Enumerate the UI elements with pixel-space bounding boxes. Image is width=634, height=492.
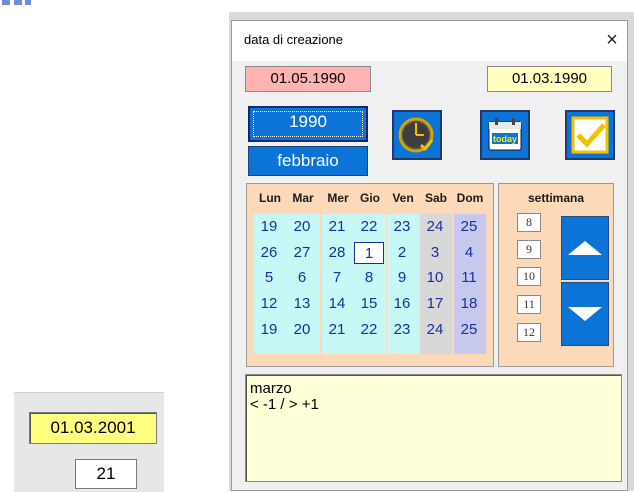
- calendar-day[interactable]: 23: [387, 319, 417, 341]
- calendar-day[interactable]: 3: [420, 242, 450, 264]
- week-number[interactable]: 12: [517, 323, 541, 342]
- calendar-day[interactable]: 2: [387, 242, 417, 264]
- day-of-week-header: Sab: [424, 191, 447, 205]
- hint-box: [245, 374, 622, 482]
- background-number-field[interactable]: 21: [75, 459, 137, 489]
- arrow-up-icon: [568, 241, 602, 255]
- dialog-title: data di creazione: [244, 32, 344, 47]
- calendar-day[interactable]: 7: [322, 267, 352, 289]
- week-number[interactable]: 11: [517, 295, 541, 314]
- calendar-day[interactable]: 12: [254, 293, 284, 315]
- calendar-day[interactable]: 18: [454, 293, 484, 315]
- today-button[interactable]: today: [480, 110, 530, 160]
- day-of-week-header: Dom: [456, 191, 484, 205]
- corner-fragment: [0, 0, 40, 8]
- arrow-down-icon: [568, 307, 602, 321]
- week-down-button[interactable]: [561, 282, 609, 346]
- week-number[interactable]: 9: [517, 240, 541, 259]
- calendar-day[interactable]: 23: [387, 216, 417, 238]
- calendar-day[interactable]: 24: [420, 216, 450, 238]
- calendar-day[interactable]: 24: [420, 319, 450, 341]
- calendar-day[interactable]: 17: [420, 293, 450, 315]
- today-calendar-icon: today: [488, 118, 522, 151]
- week-number[interactable]: 10: [517, 267, 541, 286]
- day-of-week-header: Mer: [327, 191, 349, 205]
- hint-shortcut: < -1 / > +1: [250, 396, 319, 413]
- year-button[interactable]: 1990: [248, 106, 368, 142]
- clock-icon: [398, 117, 434, 153]
- checkmark-icon: [571, 116, 609, 154]
- calendar-day[interactable]: 4: [454, 242, 484, 264]
- calendar-day[interactable]: 27: [287, 242, 317, 264]
- calendar-day[interactable]: 6: [287, 267, 317, 289]
- hint-month: marzo: [250, 380, 292, 397]
- calendar-day[interactable]: 20: [287, 319, 317, 341]
- calendar-day[interactable]: 21: [322, 216, 352, 238]
- day-of-week-header: Gio: [360, 191, 380, 205]
- day-of-week-header: Ven: [392, 191, 414, 205]
- calendar-day[interactable]: 11: [454, 267, 484, 289]
- calendar-day[interactable]: 16: [387, 293, 417, 315]
- calendar-day[interactable]: 19: [254, 216, 284, 238]
- calendar-day[interactable]: 22: [354, 216, 384, 238]
- calendar-day[interactable]: 28: [322, 242, 352, 264]
- calendar-day[interactable]: 1: [354, 242, 384, 264]
- current-date-field[interactable]: 01.03.1990: [487, 66, 612, 92]
- calendar-day[interactable]: 15: [354, 293, 384, 315]
- calendar-day[interactable]: 22: [354, 319, 384, 341]
- calendar-day[interactable]: 20: [287, 216, 317, 238]
- calendar-day[interactable]: 14: [322, 293, 352, 315]
- calendar-day[interactable]: 19: [254, 319, 284, 341]
- start-date-field[interactable]: 01.05.1990: [245, 66, 371, 92]
- calendar-day[interactable]: 9: [387, 267, 417, 289]
- calendar-day[interactable]: 26: [254, 242, 284, 264]
- background-date-field[interactable]: 01.03.2001: [29, 412, 157, 444]
- calendar-day[interactable]: 25: [454, 216, 484, 238]
- today-icon-text: today: [493, 134, 517, 144]
- week-up-button[interactable]: [561, 216, 609, 280]
- month-button[interactable]: febbraio: [248, 146, 368, 176]
- calendar-day[interactable]: 13: [287, 293, 317, 315]
- close-button[interactable]: ×: [598, 26, 626, 54]
- day-of-week-header: Mar: [292, 191, 314, 205]
- calendar-day[interactable]: 25: [454, 319, 484, 341]
- week-panel-title: settimana: [527, 191, 585, 205]
- week-number[interactable]: 8: [517, 213, 541, 232]
- calendar-day[interactable]: 21: [322, 319, 352, 341]
- clock-button[interactable]: [392, 110, 442, 160]
- year-button-label: 1990: [289, 112, 327, 131]
- confirm-button[interactable]: [565, 110, 615, 160]
- calendar-day[interactable]: 8: [354, 267, 384, 289]
- day-of-week-header: Lun: [259, 191, 281, 205]
- calendar-day[interactable]: 5: [254, 267, 284, 289]
- calendar-day[interactable]: 10: [420, 267, 450, 289]
